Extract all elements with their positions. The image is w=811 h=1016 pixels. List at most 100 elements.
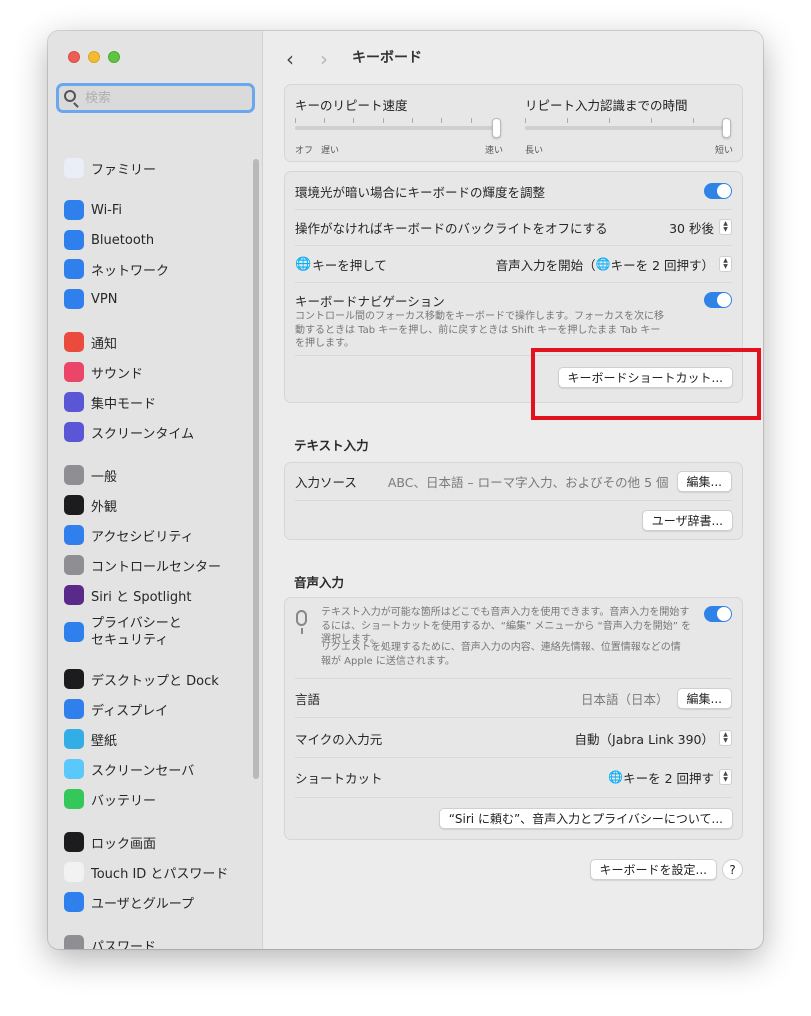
sidebar-item-bluetooth[interactable]: Bluetooth: [64, 228, 254, 252]
back-button[interactable]: ‹: [286, 47, 294, 71]
zoom-window-button[interactable]: [108, 51, 120, 63]
globe-value-pre: 音声入力を開始（: [495, 257, 596, 273]
dictation-shortcut-value: キーを 2 回押す: [623, 770, 714, 786]
search-input[interactable]: [85, 88, 245, 108]
sidebar-item-label: ネットワーク: [91, 263, 170, 279]
settings-window: ファミリー Wi-Fi Bluetooth ネットワーク VPN 通知サウンド集中モードス…: [48, 31, 763, 949]
sidebar-item-key[interactable]: パスワード: [64, 933, 254, 949]
sun-icon: [64, 699, 84, 719]
sidebar-item-globe[interactable]: ネットワーク: [64, 257, 254, 281]
keyboard-navigation-toggle[interactable]: [704, 292, 732, 308]
sidebar-item-moon[interactable]: 集中モード: [64, 390, 254, 414]
globe-stepper-icon: ▲ ▼: [719, 256, 732, 272]
rate-fast-label: 速い: [485, 146, 504, 156]
sidebar-item-gear[interactable]: 一般: [64, 463, 254, 487]
sidebar-item-sun[interactable]: ディスプレイ: [64, 697, 254, 721]
repeat-delay-slider[interactable]: [525, 118, 731, 138]
fingerprint-icon: [64, 862, 84, 882]
help-button[interactable]: ?: [722, 859, 743, 880]
sidebar-item-label: アクセシビリティ: [91, 529, 194, 545]
sidebar-item-lock[interactable]: ロック画面: [64, 830, 254, 854]
sidebar-item-fingerprint[interactable]: Touch ID とパスワード: [64, 860, 254, 884]
key-repeat-rate-knob[interactable]: [492, 118, 501, 138]
sidebar-scrollbar[interactable]: [253, 159, 259, 779]
input-sources-row: 入力ソース ABC、日本語 – ローマ字入力、およびその他 5 個 編集...: [295, 469, 732, 493]
mic-source-value: 自動（Jabra Link 390）: [574, 731, 714, 747]
sidebar-item-appearance[interactable]: 外観: [64, 493, 254, 517]
sidebar: ファミリー Wi-Fi Bluetooth ネットワーク VPN 通知サウンド集中モードス…: [48, 31, 263, 949]
sidebar-item-label: ディスプレイ: [91, 703, 169, 719]
moon-icon: [64, 392, 84, 412]
dictation-shortcut-popup[interactable]: 🌐 キーを 2 回押す ▲ ▼: [608, 768, 732, 787]
input-sources-edit-button[interactable]: 編集...: [676, 470, 732, 492]
repeat-delay-knob[interactable]: [722, 118, 731, 138]
brightness-toggle[interactable]: [704, 183, 732, 199]
sidebar-item-control-center[interactable]: コントロールセンター: [64, 553, 254, 577]
brightness-label: 環境光が暗い場合にキーボードの輝度を調整: [295, 184, 546, 200]
sidebar-item-family[interactable]: ファミリー: [64, 156, 254, 180]
sidebar-item-label: コントロールセンター: [91, 559, 222, 575]
sidebar-item-label: 外観: [91, 499, 118, 515]
sidebar-item-wallpaper[interactable]: 壁紙: [64, 727, 254, 751]
dictation-shortcut-label: ショートカット: [295, 770, 383, 786]
sidebar-item-siri[interactable]: Siri と Spotlight: [64, 583, 254, 607]
mic-source-popup[interactable]: 自動（Jabra Link 390） ▲ ▼: [575, 729, 732, 748]
sidebar-item-hand[interactable]: プライバシーと セキュリティ: [64, 613, 254, 651]
backlight-label: 操作がなければキーボードのバックライトをオフにする: [295, 220, 608, 236]
sidebar-item-hourglass[interactable]: スクリーンタイム: [64, 420, 254, 444]
sidebar-item-label: Bluetooth: [91, 232, 155, 248]
sidebar-item-screensaver[interactable]: スクリーンセーバ: [64, 757, 254, 781]
input-sources-value: ABC、日本語 – ローマ字入力、およびその他 5 個: [387, 474, 669, 490]
sidebar-item-battery[interactable]: バッテリー: [64, 787, 254, 811]
sidebar-item-label: Wi-Fi: [91, 202, 123, 218]
microphone-stand: [301, 628, 303, 634]
key-repeat-rate-slider[interactable]: [295, 118, 501, 138]
users-icon: [64, 892, 84, 912]
dictation-privacy-desc: リクエストを処理するために、音声入力の内容、連絡先情報、位置情報などの情報が A…: [321, 642, 681, 667]
gear-icon: [64, 465, 84, 485]
sidebar-item-vpn-globe[interactable]: VPN: [64, 287, 254, 311]
text-input-card: 入力ソース ABC、日本語 – ローマ字入力、およびその他 5 個 編集... …: [284, 462, 743, 540]
user-dictionary-button[interactable]: ユーザ辞書...: [641, 510, 733, 531]
forward-button[interactable]: ›: [320, 47, 328, 71]
sidebar-item-label: サウンド: [91, 366, 144, 382]
sidebar-item-accessibility[interactable]: アクセシビリティ: [64, 523, 254, 547]
globe-key-popup[interactable]: 音声入力を開始（ 🌐 キーを 2 回押す） ▲ ▼: [496, 255, 732, 274]
bluetooth-icon: [64, 230, 84, 250]
globe-value-post: キーを 2 回押す）: [610, 257, 714, 273]
delay-short-label: 短い: [715, 146, 734, 156]
siri-privacy-button[interactable]: “Siri に頼む”、音声入力とプライバシーについて...: [438, 808, 733, 829]
sidebar-item-label: スクリーンタイム: [91, 426, 195, 442]
bell-icon: [64, 332, 84, 352]
sidebar-item-label: 通知: [91, 336, 118, 352]
minimize-window-button[interactable]: [88, 51, 100, 63]
repeat-delay-label: リピート入力認識までの時間: [525, 98, 688, 113]
search-field[interactable]: [56, 83, 255, 113]
sidebar-item-bell[interactable]: 通知: [64, 330, 254, 354]
sidebar-item-speaker[interactable]: サウンド: [64, 360, 254, 384]
sidebar-item-users[interactable]: ユーザとグループ: [64, 890, 254, 914]
language-edit-button[interactable]: 編集...: [676, 687, 732, 709]
delay-long-label: 長い: [525, 146, 544, 156]
setup-keyboard-button[interactable]: キーボードを設定...: [589, 859, 717, 880]
dictation-toggle[interactable]: [704, 606, 732, 622]
close-window-button[interactable]: [68, 51, 80, 63]
backlight-stepper-icon: ▲ ▼: [719, 219, 732, 235]
sidebar-item-wifi[interactable]: Wi-Fi: [64, 198, 254, 222]
sidebar-item-label-line: プライバシーと: [91, 616, 182, 631]
sidebar-item-label: 一般: [91, 469, 118, 485]
keyboard-navigation-desc: コントロール間のフォーカス移動をキーボードで操作します。フォーカスを次に移動する…: [295, 311, 664, 349]
backlight-row: 操作がなければキーボードのバックライトをオフにする 30 秒後 ▲ ▼: [295, 216, 732, 238]
key-repeat-rate-label: キーのリピート速度: [295, 98, 408, 113]
control-center-icon: [64, 555, 84, 575]
mic-source-row: マイクの入力元 自動（Jabra Link 390） ▲ ▼: [295, 726, 732, 750]
screensaver-icon: [64, 759, 84, 779]
key-repeat-card: キーのリピート速度 リピート入力認識までの時間 オフ 遅い 速い 長い 短い: [284, 84, 743, 162]
dictation-shortcut-row: ショートカット 🌐 キーを 2 回押す ▲ ▼: [295, 765, 732, 789]
main-panel: ‹ › キーボード キーのリピート速度 リピート入力認識までの時間 オフ 遅い …: [264, 31, 763, 949]
globe-key-label: キーを押して: [312, 257, 387, 273]
sidebar-item-dock[interactable]: デスクトップと Dock: [64, 667, 254, 691]
backlight-popup[interactable]: 30 秒後 ▲ ▼: [669, 218, 732, 237]
hand-icon: [64, 622, 84, 642]
mic-stepper-icon: ▲ ▼: [719, 730, 732, 746]
